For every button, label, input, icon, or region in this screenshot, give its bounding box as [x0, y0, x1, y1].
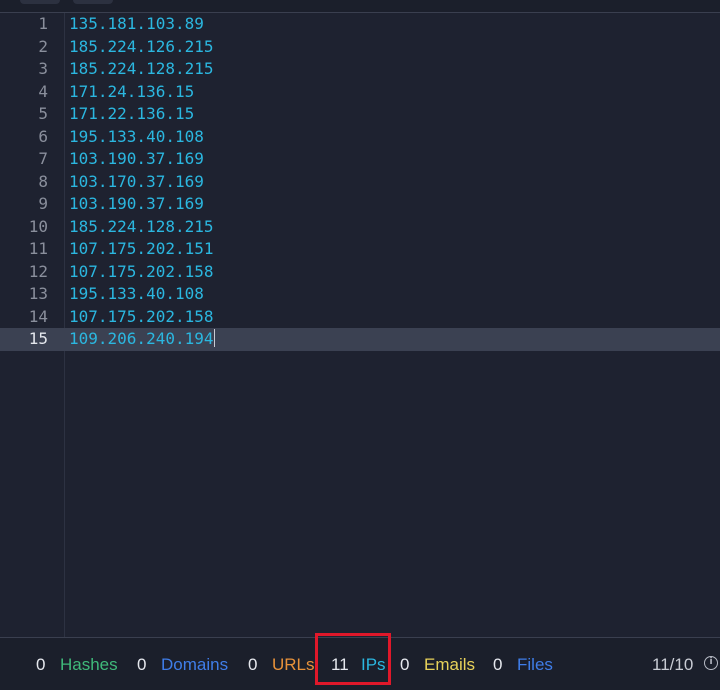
- editor-line[interactable]: 9 103.190.37.169: [0, 193, 720, 216]
- line-number: 11: [28, 239, 48, 258]
- editor-line[interactable]: 2 185.224.126.215: [0, 36, 720, 59]
- line-number: 5: [38, 104, 48, 123]
- editor-line[interactable]: 4 171.24.136.15: [0, 81, 720, 104]
- editor-line[interactable]: 8 103.170.37.169: [0, 171, 720, 194]
- ip-address-text[interactable]: 107.175.202.158: [69, 306, 214, 329]
- ip-address-text[interactable]: 185.224.126.215: [69, 36, 214, 59]
- ip-address-text[interactable]: 195.133.40.108: [69, 126, 204, 149]
- toolbar-tab[interactable]: [73, 0, 113, 4]
- editor-line[interactable]: 12 107.175.202.158: [0, 261, 720, 284]
- editor-line[interactable]: 7 103.190.37.169: [0, 148, 720, 171]
- selection-ratio: 11/10: [652, 655, 694, 674]
- ip-address-text[interactable]: 107.175.202.151: [69, 238, 214, 261]
- line-number: 8: [38, 171, 48, 191]
- ip-address-text[interactable]: 185.224.128.215: [69, 58, 214, 81]
- top-toolbar: [0, 0, 720, 13]
- line-number: 10: [28, 216, 48, 236]
- info-icon[interactable]: i: [704, 656, 718, 670]
- urls-filter[interactable]: URLs: [272, 638, 315, 690]
- line-number: 12: [28, 261, 48, 281]
- editor-line[interactable]: 14 107.175.202.158: [0, 306, 720, 329]
- line-number: 9: [38, 194, 48, 213]
- files-count: 0: [493, 655, 503, 674]
- ip-address-text[interactable]: 107.175.202.158: [69, 261, 214, 284]
- ip-address-text[interactable]: 185.224.128.215: [69, 216, 214, 239]
- text-editor[interactable]: 1 135.181.103.89 2 185.224.126.215 3 185…: [0, 13, 720, 637]
- ip-address-text[interactable]: 109.206.240.194: [69, 328, 215, 351]
- line-number: 15: [28, 329, 48, 348]
- domains-filter[interactable]: Domains: [161, 638, 228, 690]
- domains-count: 0: [137, 655, 147, 674]
- ip-address-text[interactable]: 171.24.136.15: [69, 81, 194, 104]
- line-number: 2: [38, 36, 48, 56]
- ip-address-text[interactable]: 103.190.37.169: [69, 148, 204, 171]
- line-number: 4: [38, 81, 48, 101]
- editor-line[interactable]: 1 135.181.103.89: [0, 13, 720, 36]
- line-number: 13: [28, 284, 48, 303]
- editor-line[interactable]: 5 171.22.136.15: [0, 103, 720, 126]
- line-number: 1: [38, 14, 48, 33]
- ip-address-text[interactable]: 195.133.40.108: [69, 283, 204, 306]
- editor-line[interactable]: 13 195.133.40.108: [0, 283, 720, 306]
- urls-count: 0: [248, 655, 258, 674]
- toolbar-tab[interactable]: [20, 0, 60, 4]
- editor-line-active[interactable]: 15 109.206.240.194: [0, 328, 720, 351]
- line-number: 14: [28, 306, 48, 326]
- emails-count: 0: [400, 655, 410, 674]
- files-filter[interactable]: Files: [517, 638, 553, 690]
- ips-highlight-box: [315, 633, 391, 685]
- editor-line[interactable]: 6 195.133.40.108: [0, 126, 720, 149]
- ip-address-text[interactable]: 103.190.37.169: [69, 193, 204, 216]
- editor-line[interactable]: 3 185.224.128.215: [0, 58, 720, 81]
- ip-address-text[interactable]: 171.22.136.15: [69, 103, 194, 126]
- ip-address-value: 109.206.240.194: [69, 329, 214, 348]
- line-number: 7: [38, 149, 48, 168]
- emails-filter[interactable]: Emails: [424, 638, 475, 690]
- ip-address-text[interactable]: 103.170.37.169: [69, 171, 204, 194]
- ip-address-text[interactable]: 135.181.103.89: [69, 13, 204, 36]
- text-caret: [213, 329, 215, 347]
- line-number: 3: [38, 59, 48, 78]
- hashes-count: 0: [36, 655, 46, 674]
- hashes-filter[interactable]: Hashes: [60, 638, 118, 690]
- editor-line[interactable]: 10 185.224.128.215: [0, 216, 720, 239]
- editor-line[interactable]: 11 107.175.202.151: [0, 238, 720, 261]
- ioc-extractor-window: 1 135.181.103.89 2 185.224.126.215 3 185…: [0, 0, 720, 690]
- line-number: 6: [38, 126, 48, 146]
